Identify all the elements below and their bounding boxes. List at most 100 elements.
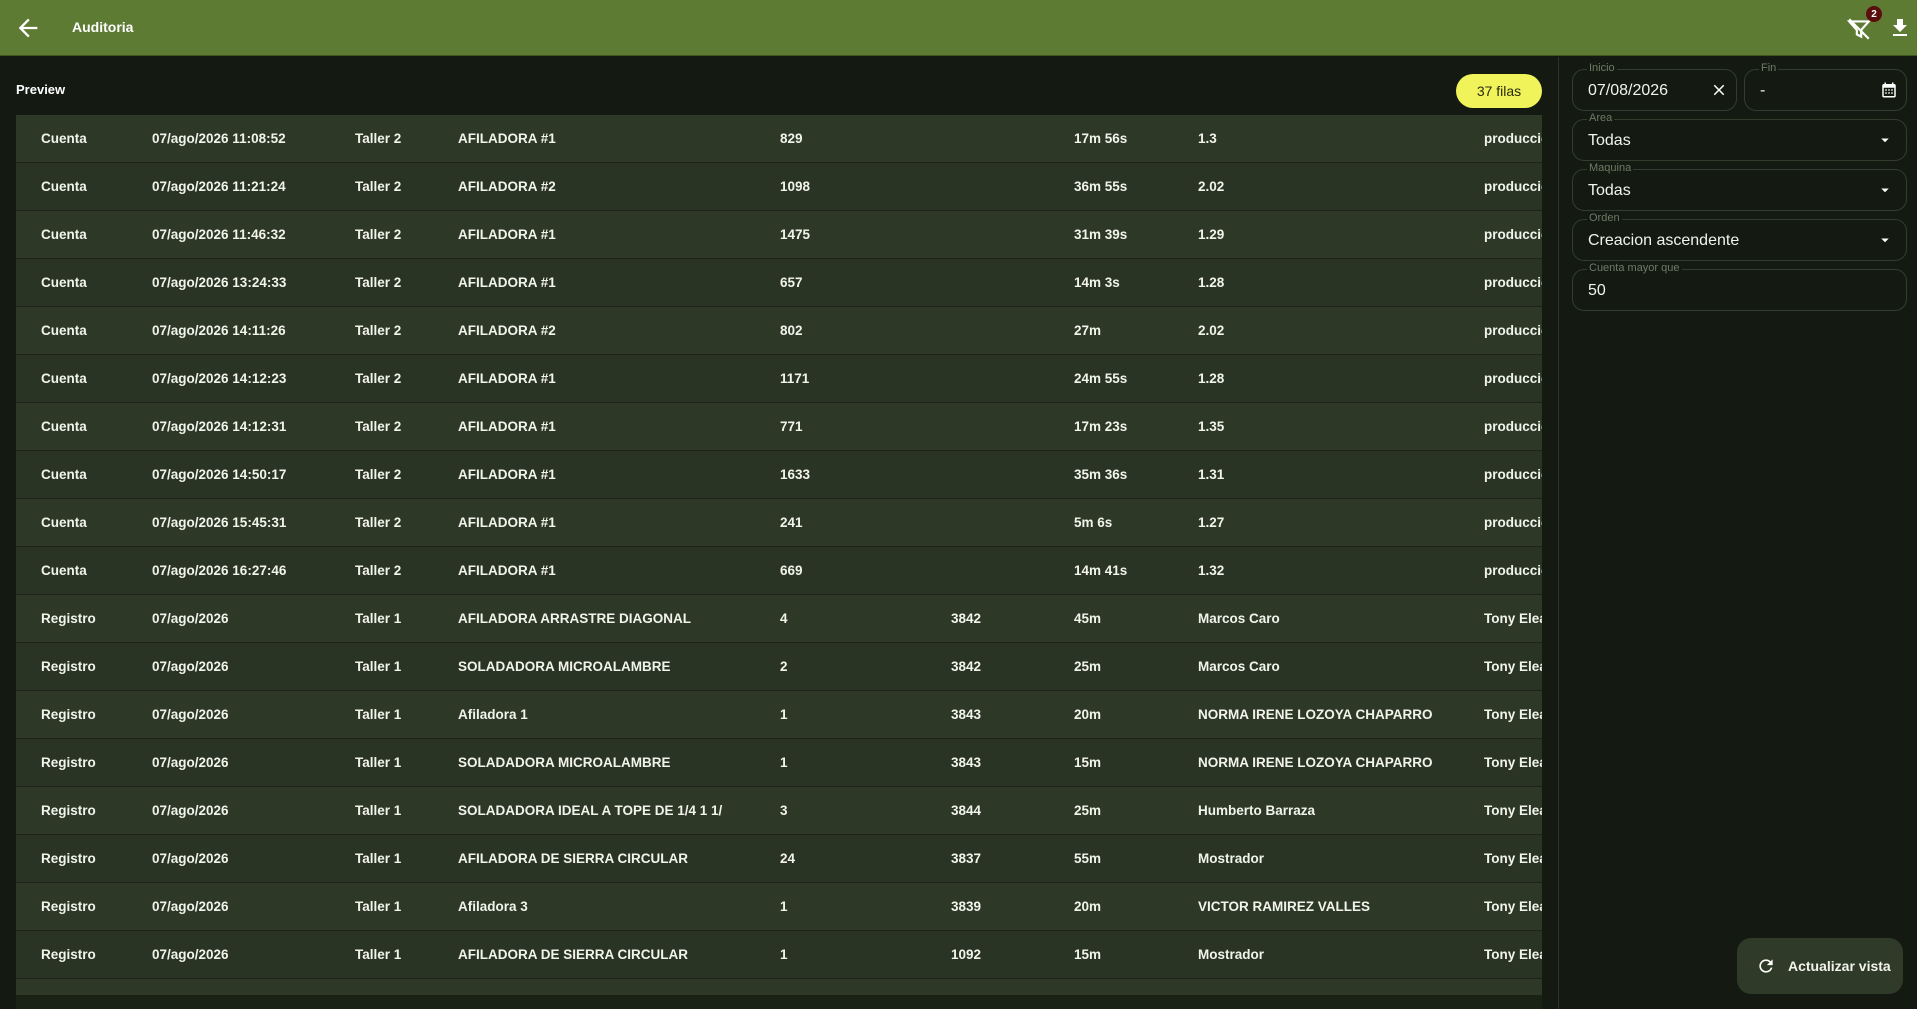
table-cell: Registro	[41, 659, 96, 674]
table-row[interactable]: Registro 07/ago/2026 Taller 1 Afiladora 3 1 3…	[16, 883, 1542, 931]
area-label: Area	[1587, 112, 1615, 124]
table-cell: Taller 1	[355, 755, 402, 770]
table-row[interactable]: Registro 07/ago/2026 Taller 1 AFILADORA DE …	[16, 835, 1542, 883]
table-cell: Registro	[41, 947, 96, 962]
table-row[interactable]: Registro 07/ago/2026 Taller 1 Afiladora 1 1 3…	[16, 691, 1542, 739]
table-cell: 07/ago/2026	[152, 707, 229, 722]
table-cell: Registro	[41, 851, 96, 866]
table-row[interactable]: Registro 07/ago/2026 Taller 1 AFILADORA ARR…	[16, 595, 1542, 643]
table-cell: SOLADADORA MICROALAMBRE	[458, 755, 671, 770]
table-cell	[951, 259, 1071, 306]
table-cell: Mostrador	[1198, 851, 1265, 866]
cuenta-label: Cuenta mayor que	[1587, 262, 1682, 274]
cuenta-mayor-input[interactable]: Cuenta mayor que 50	[1572, 262, 1907, 311]
table-cell: 07/ago/2026 14:12:31	[152, 419, 287, 434]
table-cell: 07/ago/2026 14:50:17	[152, 467, 287, 482]
table-row[interactable]: Cuenta 07/ago/2026 14:50:17 Taller 2 AFILAD…	[16, 451, 1542, 499]
orden-label: Orden	[1587, 212, 1622, 224]
table-row[interactable]: Cuenta 07/ago/2026 16:27:46 Taller 2 AFILAD…	[16, 547, 1542, 595]
table-row[interactable]: Cuenta 07/ago/2026 13:24:33 Taller 2 AFILAD…	[16, 259, 1542, 307]
download-button[interactable]	[1888, 16, 1912, 40]
table-cell: 1.32	[1198, 563, 1225, 578]
table-cell: 1.3	[1198, 131, 1217, 146]
table-cell: producción	[1484, 515, 1542, 530]
table-cell: 3837	[951, 851, 982, 866]
table-cell: producción	[1484, 323, 1542, 338]
back-button[interactable]	[14, 14, 42, 42]
refresh-view-button[interactable]: Actualizar vista	[1737, 938, 1903, 994]
table-row[interactable]: Registro 07/ago/2026 Taller 1 SOLADADORA MI…	[16, 739, 1542, 787]
table-cell: 657	[780, 275, 803, 290]
table-cell: Registro	[41, 611, 96, 626]
table-cell: 3843	[951, 707, 982, 722]
horizontal-scrollbar[interactable]	[16, 995, 1542, 1009]
table-row[interactable]: Registro 07/ago/2026 Taller 1 AFILADORA DE …	[16, 931, 1542, 979]
table-cell: 07/ago/2026 11:46:32	[152, 227, 286, 242]
table-cell: 45m	[1074, 611, 1102, 626]
table-cell: VICTOR RAMIREZ VALLES	[1198, 899, 1371, 914]
table-cell: Taller 2	[355, 371, 402, 386]
fin-date-field[interactable]: Fin -	[1744, 62, 1907, 111]
table-row[interactable]: Cuenta 07/ago/2026 11:46:32 Taller 2 AFILAD…	[16, 211, 1542, 259]
filter-panel: Inicio 07/08/2026 Fin - Area Todas Maqui…	[1559, 57, 1917, 1009]
table-cell: 771	[780, 419, 803, 434]
table-cell: producción	[1484, 227, 1542, 242]
area-dropdown-toggle[interactable]	[1876, 131, 1894, 149]
close-icon	[1713, 84, 1725, 96]
table-cell: AFILADORA #1	[458, 515, 556, 530]
table-cell: 07/ago/2026	[152, 851, 229, 866]
table-cell: Marcos Caro	[1198, 611, 1280, 626]
area-select[interactable]: Area Todas	[1572, 112, 1907, 161]
table-cell: 2	[780, 659, 788, 674]
calendar-button[interactable]	[1880, 81, 1898, 99]
table-cell: Taller 2	[355, 419, 402, 434]
table-cell: Cuenta	[41, 227, 87, 242]
table-cell: 3	[780, 803, 788, 818]
table-cell: Tony Elea	[1484, 803, 1542, 818]
table-cell: 07/ago/2026	[152, 899, 229, 914]
maquina-select[interactable]: Maquina Todas	[1572, 162, 1907, 211]
table-cell: 1.28	[1198, 371, 1225, 386]
table-cell: 1.29	[1198, 227, 1225, 242]
table-cell: Registro	[41, 707, 96, 722]
table-row[interactable]: Cuenta 07/ago/2026 11:21:24 Taller 2 AFILAD…	[16, 163, 1542, 211]
table-row[interactable]: Cuenta 07/ago/2026 14:12:23 Taller 2 AFILAD…	[16, 355, 1542, 403]
table-cell	[951, 355, 1071, 402]
table-cell: 5m 6s	[1074, 515, 1113, 530]
preview-panel: Preview 37 filas Cuenta 07/ago/2026 11:08…	[0, 57, 1558, 1009]
table-cell: AFILADORA DE SIERRA CIRCULAR	[458, 851, 688, 866]
table-cell: AFILADORA #1	[458, 275, 556, 290]
table-cell: producción	[1484, 131, 1542, 146]
table-row[interactable]: Cuenta 07/ago/2026 11:08:52 Taller 2 AFILAD…	[16, 115, 1542, 163]
fin-label: Fin	[1759, 62, 1779, 74]
table-cell: Taller 1	[355, 851, 402, 866]
table-cell: 1092	[951, 947, 982, 962]
table-cell: 36m 55s	[1074, 179, 1128, 194]
table-cell: 24	[780, 851, 796, 866]
clear-button[interactable]	[1710, 81, 1728, 99]
table-row[interactable]: Cuenta 07/ago/2026 14:11:26 Taller 2 AFILAD…	[16, 307, 1542, 355]
table-cell: 07/ago/2026 16:27:46	[152, 563, 287, 578]
orden-dropdown-toggle[interactable]	[1876, 231, 1894, 249]
orden-select[interactable]: Orden Creacion ascendente	[1572, 212, 1907, 261]
table-cell: 35m 36s	[1074, 467, 1128, 482]
table-cell: Cuenta	[41, 131, 87, 146]
table-cell: 669	[780, 563, 803, 578]
inicio-date-field[interactable]: Inicio 07/08/2026	[1572, 62, 1737, 111]
table-cell: Taller 2	[355, 131, 402, 146]
caret-down-icon	[1881, 188, 1889, 193]
data-table[interactable]: Cuenta 07/ago/2026 11:08:52 Taller 2 AFILAD…	[16, 115, 1542, 995]
table-cell: Cuenta	[41, 419, 87, 434]
table-row[interactable]: Registro 07/ago/2026 Taller 1 SOLADADORA MI…	[16, 643, 1542, 691]
table-cell	[951, 307, 1071, 354]
arrow-left-icon	[18, 18, 38, 38]
table-row[interactable]: Registro 07/ago/2026 Taller 1 SOLADADORA ID…	[16, 787, 1542, 835]
table-cell	[951, 403, 1071, 450]
table-cell: 07/ago/2026	[152, 611, 229, 626]
table-cell: 1.31	[1198, 467, 1225, 482]
maquina-dropdown-toggle[interactable]	[1876, 181, 1894, 199]
table-row[interactable]: Cuenta 07/ago/2026 14:12:31 Taller 2 AFILAD…	[16, 403, 1542, 451]
table-cell: 1.28	[1198, 275, 1225, 290]
table-row[interactable]: Cuenta 07/ago/2026 15:45:31 Taller 2 AFILAD…	[16, 499, 1542, 547]
page-title: Auditoria	[72, 19, 134, 35]
